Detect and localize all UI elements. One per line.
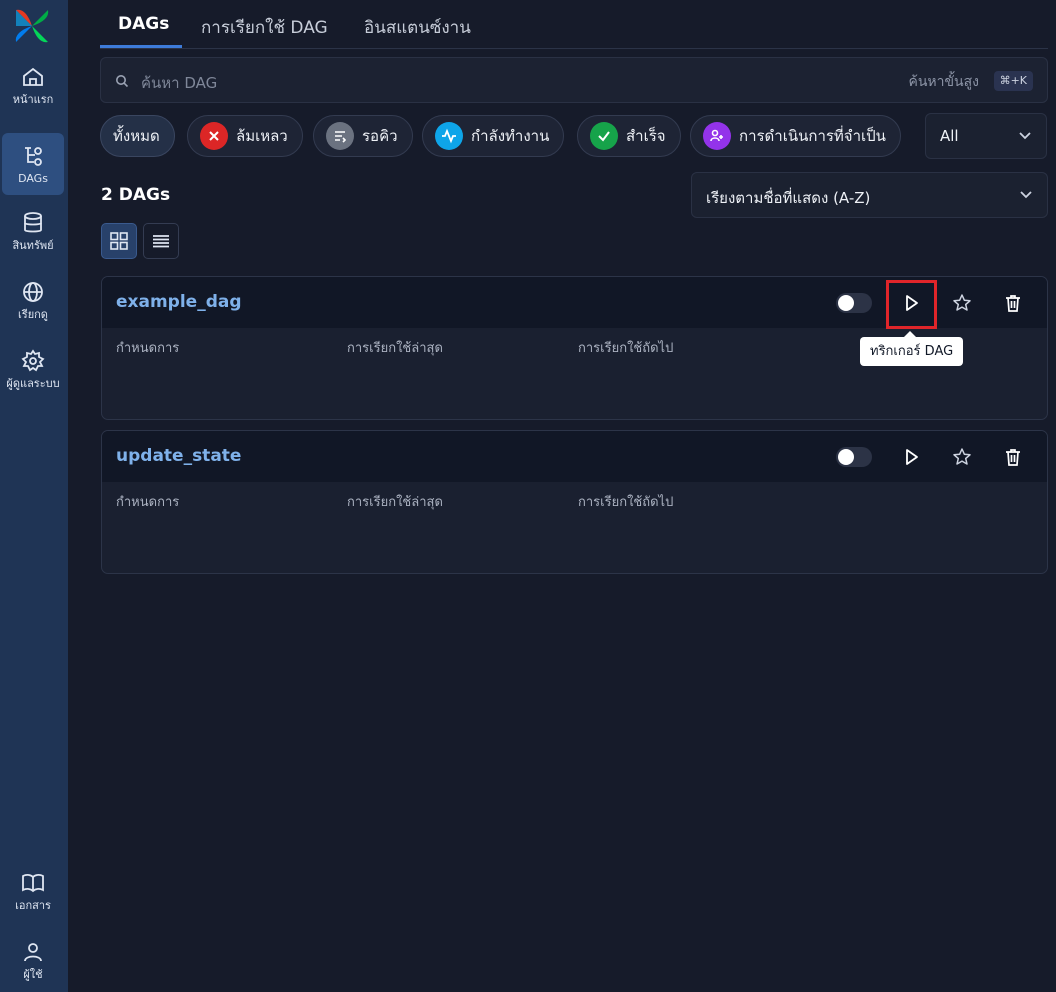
tab-task-instances[interactable]: อินสแตนซ์งาน (364, 14, 471, 41)
delete-button[interactable] (999, 443, 1027, 471)
star-icon (953, 294, 971, 311)
nav-browse-label: เรียกดู (18, 307, 48, 321)
nav-user-label: ผู้ใช้ (23, 967, 43, 981)
chevron-down-icon (1019, 132, 1031, 140)
dag-card-header: example_dag (102, 277, 1047, 329)
list-view-button[interactable] (143, 223, 179, 259)
tag-filter-value: All (940, 127, 959, 145)
next-run-label: การเรียกใช้ถัดไป (578, 341, 674, 356)
globe-icon (23, 281, 43, 302)
pause-toggle[interactable] (836, 293, 872, 313)
filter-action-required-label: การดำเนินการที่จำเป็น (739, 127, 886, 145)
filter-success-label: สำเร็จ (626, 127, 666, 145)
filter-all-label: ทั้งหมด (113, 127, 160, 145)
sidebar: หน้าแรก DAGs สินทรัพย์ เรียกดู ผู้ดูแลระ… (0, 0, 68, 992)
chevron-down-icon (1020, 191, 1032, 199)
dag-name-link[interactable]: example_dag (116, 292, 242, 312)
play-icon (906, 449, 918, 465)
filter-action-required[interactable]: การดำเนินการที่จำเป็น (690, 115, 901, 157)
filter-all[interactable]: ทั้งหมด (100, 115, 175, 157)
database-icon (24, 211, 42, 232)
filter-running-label: กำลังทำงาน (471, 127, 550, 145)
nav-docs-label: เอกสาร (15, 898, 51, 912)
trigger-dag-tooltip: ทริกเกอร์ DAG (860, 331, 964, 366)
filter-queued[interactable]: รอคิว (313, 115, 413, 157)
favorite-button[interactable] (948, 289, 976, 317)
tab-dags[interactable]: DAGs (118, 14, 169, 34)
dag-count: 2 DAGs (101, 185, 171, 205)
star-icon (953, 448, 971, 465)
gear-icon (21, 348, 45, 371)
nav-dags[interactable]: DAGs (2, 133, 64, 195)
list-icon (153, 235, 169, 248)
filter-queued-label: รอคิว (362, 127, 398, 145)
nav-assets-label: สินทรัพย์ (12, 238, 54, 252)
nav-admin[interactable]: ผู้ดูแลระบบ (2, 338, 64, 400)
trigger-highlight-box (886, 280, 937, 329)
search-input[interactable]: ค้นหา DAG ค้นหาขั้นสูง ⌘+K (100, 57, 1048, 103)
filter-success[interactable]: สำเร็จ (577, 115, 681, 157)
check-icon (590, 122, 618, 150)
nav-home[interactable]: หน้าแรก (2, 54, 64, 116)
grid-icon (110, 232, 128, 250)
last-run-label: การเรียกใช้ล่าสุด (347, 341, 443, 356)
nav-assets[interactable]: สินทรัพย์ (2, 200, 64, 262)
advanced-search-link[interactable]: ค้นหาขั้นสูง (908, 71, 979, 93)
activity-icon (435, 122, 463, 150)
user-icon (24, 942, 42, 961)
sort-select[interactable]: เรียงตามชื่อที่แสดง (A-Z) (691, 172, 1048, 218)
dag-card: update_state กำหนดการ การเรียกใช้ล่าสุด … (101, 430, 1048, 574)
book-icon (22, 873, 44, 892)
airflow-logo-icon[interactable] (12, 6, 52, 46)
active-tab-underline (100, 45, 182, 48)
action-required-icon (703, 122, 731, 150)
nav-admin-label: ผู้ดูแลระบบ (6, 376, 60, 390)
next-run-label: การเรียกใช้ถัดไป (578, 495, 674, 510)
pause-toggle[interactable] (836, 447, 872, 467)
trigger-dag-button[interactable] (897, 443, 925, 471)
filter-running[interactable]: กำลังทำงาน (422, 115, 565, 157)
card-view-button[interactable] (101, 223, 137, 259)
nav-dags-label: DAGs (18, 171, 48, 185)
dag-name-link[interactable]: update_state (116, 446, 241, 466)
trash-icon (1006, 449, 1020, 466)
last-run-label: การเรียกใช้ล่าสุด (347, 495, 443, 510)
nav-home-label: หน้าแรก (12, 92, 54, 106)
dag-icon (25, 146, 42, 166)
x-icon (200, 122, 228, 150)
queue-icon (326, 122, 354, 150)
favorite-button[interactable] (948, 443, 976, 471)
filter-failed[interactable]: ล้มเหลว (187, 115, 303, 157)
search-icon (116, 75, 129, 88)
nav-docs[interactable]: เอกสาร (2, 860, 64, 922)
tab-dag-runs[interactable]: การเรียกใช้ DAG (201, 14, 328, 41)
filter-failed-label: ล้มเหลว (236, 127, 288, 145)
nav-browse[interactable]: เรียกดู (2, 269, 64, 331)
schedule-label: กำหนดการ (116, 495, 180, 510)
home-icon (23, 67, 43, 86)
shortcut-badge: ⌘+K (993, 71, 1033, 91)
dag-card-header: update_state (102, 431, 1047, 482)
tag-filter-select[interactable]: All (925, 113, 1047, 159)
sort-value: เรียงตามชื่อที่แสดง (A-Z) (706, 189, 871, 207)
delete-button[interactable] (999, 289, 1027, 317)
trash-icon (1006, 295, 1020, 312)
schedule-label: กำหนดการ (116, 341, 180, 356)
nav-user[interactable]: ผู้ใช้ (2, 929, 64, 991)
search-placeholder: ค้นหา DAG (141, 74, 218, 92)
main-tabs: DAGs การเรียกใช้ DAG อินสแตนซ์งาน (100, 0, 1048, 49)
